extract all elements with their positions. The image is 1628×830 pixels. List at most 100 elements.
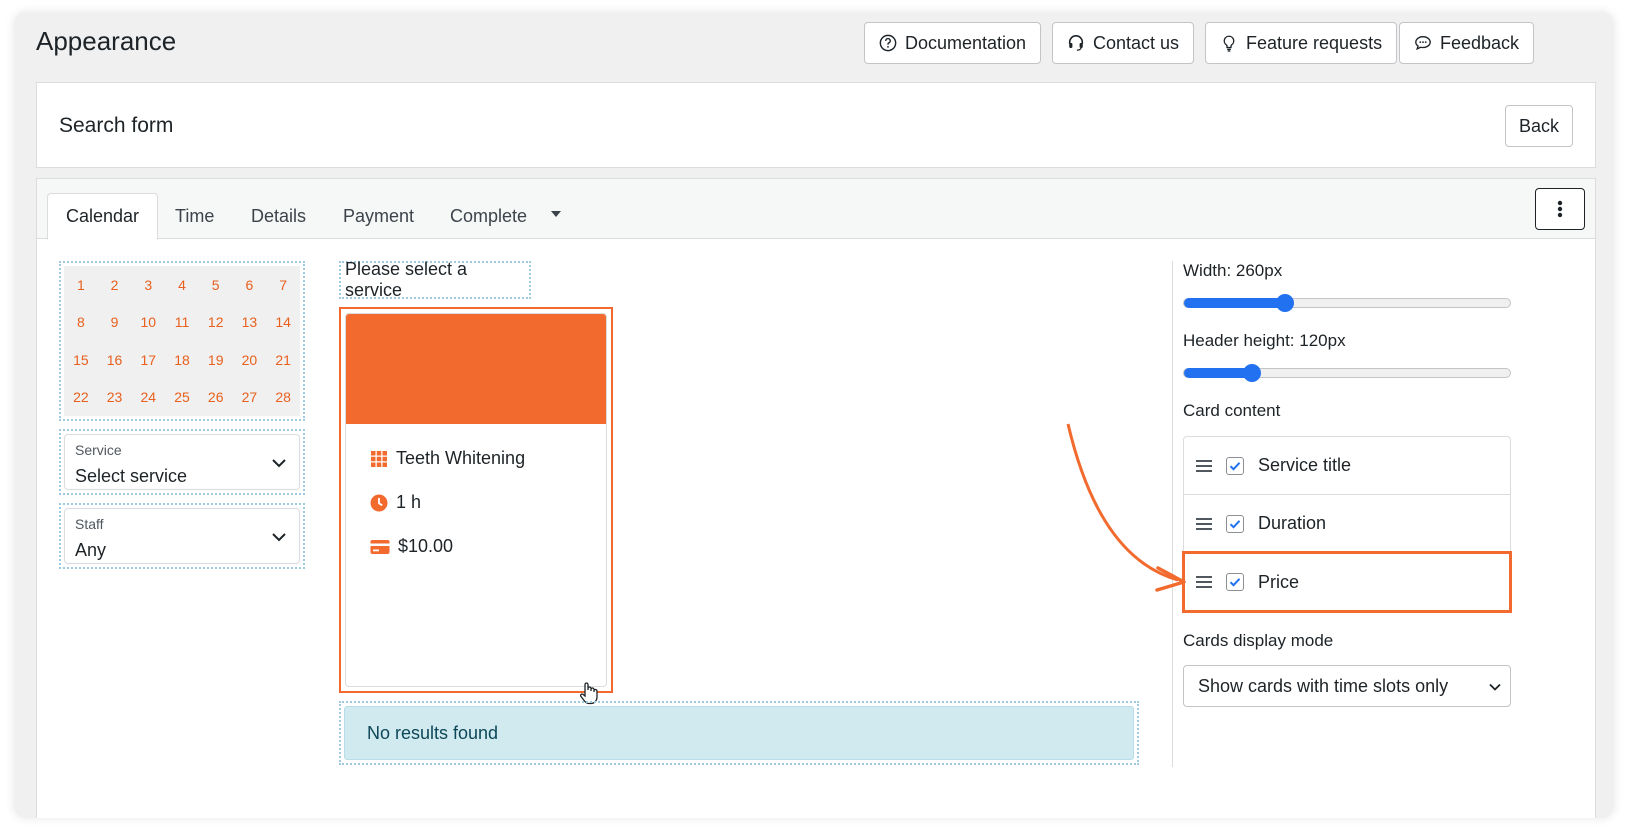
clock-icon xyxy=(370,494,388,511)
calendar-grid: 1 2 3 4 5 6 7 8 9 10 11 12 13 14 15 16 1… xyxy=(64,266,300,416)
calendar-day[interactable]: 13 xyxy=(233,304,267,342)
staff-select[interactable]: Staff Any xyxy=(64,508,300,564)
contact-us-button[interactable]: Contact us xyxy=(1052,22,1195,64)
calendar-day[interactable]: 4 xyxy=(165,266,199,304)
calendar-day[interactable]: 1 xyxy=(64,266,98,304)
duration-checkbox[interactable] xyxy=(1226,514,1244,533)
cards-display-mode-value: Show cards with time slots only xyxy=(1198,675,1449,696)
documentation-label: Documentation xyxy=(905,32,1027,53)
tab-complete[interactable]: Complete xyxy=(432,193,545,239)
calendar-block[interactable]: 1 2 3 4 5 6 7 8 9 10 11 12 13 14 15 16 1… xyxy=(59,261,305,421)
chevron-down-icon xyxy=(1489,683,1501,691)
card-content-item-service-title[interactable]: Service title xyxy=(1184,437,1510,495)
chevron-down-icon xyxy=(272,459,286,468)
calendar-day[interactable]: 24 xyxy=(131,379,165,417)
credit-card-icon xyxy=(370,539,390,554)
calendar-day[interactable]: 27 xyxy=(233,379,267,417)
calendar-day[interactable]: 2 xyxy=(98,266,132,304)
service-select[interactable]: Service Select service xyxy=(64,434,300,490)
card-content-item-label: Price xyxy=(1258,571,1300,592)
card-duration-row: 1 h xyxy=(370,492,421,513)
calendar-day[interactable]: 22 xyxy=(64,379,98,417)
calendar-day[interactable]: 6 xyxy=(233,266,267,304)
chat-bubble-icon xyxy=(1415,36,1431,51)
annotation-arrow-icon xyxy=(1066,423,1186,592)
checkmark-icon xyxy=(1229,461,1241,471)
service-select-value: Select service xyxy=(75,466,188,486)
card-content-item-duration[interactable]: Duration xyxy=(1184,495,1510,553)
service-title-checkbox[interactable] xyxy=(1226,456,1244,475)
card-service-title: Teeth Whitening xyxy=(396,448,526,468)
width-label: Width: 260px xyxy=(1183,261,1283,280)
calendar-day[interactable]: 10 xyxy=(131,304,165,342)
price-checkbox[interactable] xyxy=(1226,573,1244,591)
service-select-block: Service Select service xyxy=(59,429,305,495)
calendar-day[interactable]: 28 xyxy=(266,379,300,417)
calendar-day[interactable]: 20 xyxy=(233,341,267,379)
card-title-row: Teeth Whitening xyxy=(370,448,525,469)
calendar-day[interactable]: 8 xyxy=(64,304,98,342)
staff-select-label: Staff xyxy=(75,516,104,532)
no-results-alert: No results found xyxy=(344,706,1134,760)
width-slider[interactable] xyxy=(1183,294,1511,312)
tab-payment[interactable]: Payment xyxy=(325,193,432,239)
card-content-label: Card content xyxy=(1183,401,1281,420)
calendar-day[interactable]: 21 xyxy=(266,341,300,379)
calendar-day[interactable]: 23 xyxy=(98,379,132,417)
tab-bar: Calendar Time Details Payment Complete xyxy=(37,179,1595,240)
tab-calendar[interactable]: Calendar xyxy=(47,193,159,240)
feedback-button[interactable]: Feedback xyxy=(1399,22,1535,64)
calendar-day[interactable]: 14 xyxy=(266,304,300,342)
drag-handle-icon[interactable] xyxy=(1196,517,1212,530)
card-content-list: Service title Duration Price xyxy=(1182,436,1512,613)
panel-title: Search form xyxy=(59,114,174,137)
calendar-day[interactable]: 5 xyxy=(199,266,233,304)
headset-icon xyxy=(1068,34,1084,51)
tab-time[interactable]: Time xyxy=(157,193,232,239)
service-select-label: Service xyxy=(75,442,122,458)
feature-requests-button[interactable]: Feature requests xyxy=(1205,22,1398,64)
page-title: Appearance xyxy=(36,26,177,56)
tab-details[interactable]: Details xyxy=(233,193,324,239)
search-form-panel: Search form Back xyxy=(36,82,1596,168)
calendar-day[interactable]: 9 xyxy=(98,304,132,342)
width-slider-handle[interactable] xyxy=(1276,294,1294,312)
contact-us-label: Contact us xyxy=(1093,32,1180,53)
card-content-item-label: Duration xyxy=(1258,513,1327,533)
no-results-block: No results found xyxy=(339,701,1139,765)
documentation-button[interactable]: Documentation xyxy=(864,22,1042,64)
header-height-slider[interactable] xyxy=(1183,364,1511,382)
calendar-day[interactable]: 15 xyxy=(64,341,98,379)
calendar-day[interactable]: 3 xyxy=(131,266,165,304)
editor-panel: Calendar Time Details Payment Complete 1… xyxy=(36,178,1596,818)
help-circle-icon xyxy=(879,34,897,52)
checkmark-icon xyxy=(1229,578,1241,587)
tabs-more-caret-icon[interactable] xyxy=(551,211,561,217)
cards-display-mode-label: Cards display mode xyxy=(1183,631,1334,650)
calendar-day[interactable]: 18 xyxy=(165,341,199,379)
calendar-day[interactable]: 17 xyxy=(131,341,165,379)
staff-select-value: Any xyxy=(75,540,107,560)
back-button[interactable]: Back xyxy=(1505,105,1573,147)
calendar-day[interactable]: 26 xyxy=(199,379,233,417)
feature-requests-label: Feature requests xyxy=(1246,32,1383,53)
calendar-day[interactable]: 11 xyxy=(165,304,199,342)
kebab-menu-icon xyxy=(1557,200,1563,218)
service-card[interactable]: Teeth Whitening 1 h $10.00 xyxy=(345,313,607,687)
card-header-image xyxy=(346,314,606,424)
calendar-day[interactable]: 19 xyxy=(199,341,233,379)
drag-handle-icon[interactable] xyxy=(1196,576,1212,588)
calendar-day[interactable]: 25 xyxy=(165,379,199,417)
header-height-slider-handle[interactable] xyxy=(1243,364,1261,382)
card-content-item-price[interactable]: Price xyxy=(1182,551,1512,613)
service-card-highlight[interactable]: Teeth Whitening 1 h $10.00 xyxy=(339,307,613,693)
cards-display-mode-select[interactable]: Show cards with time slots only xyxy=(1183,665,1511,707)
settings-panel: Width: 260px Header height: 120px Card c… xyxy=(1172,261,1532,767)
more-options-button[interactable] xyxy=(1535,188,1585,230)
drag-handle-icon[interactable] xyxy=(1196,459,1212,472)
calendar-day[interactable]: 7 xyxy=(266,266,300,304)
header-height-label: Header height: 120px xyxy=(1183,331,1346,350)
calendar-day[interactable]: 12 xyxy=(199,304,233,342)
chevron-down-icon xyxy=(272,533,286,542)
calendar-day[interactable]: 16 xyxy=(98,341,132,379)
